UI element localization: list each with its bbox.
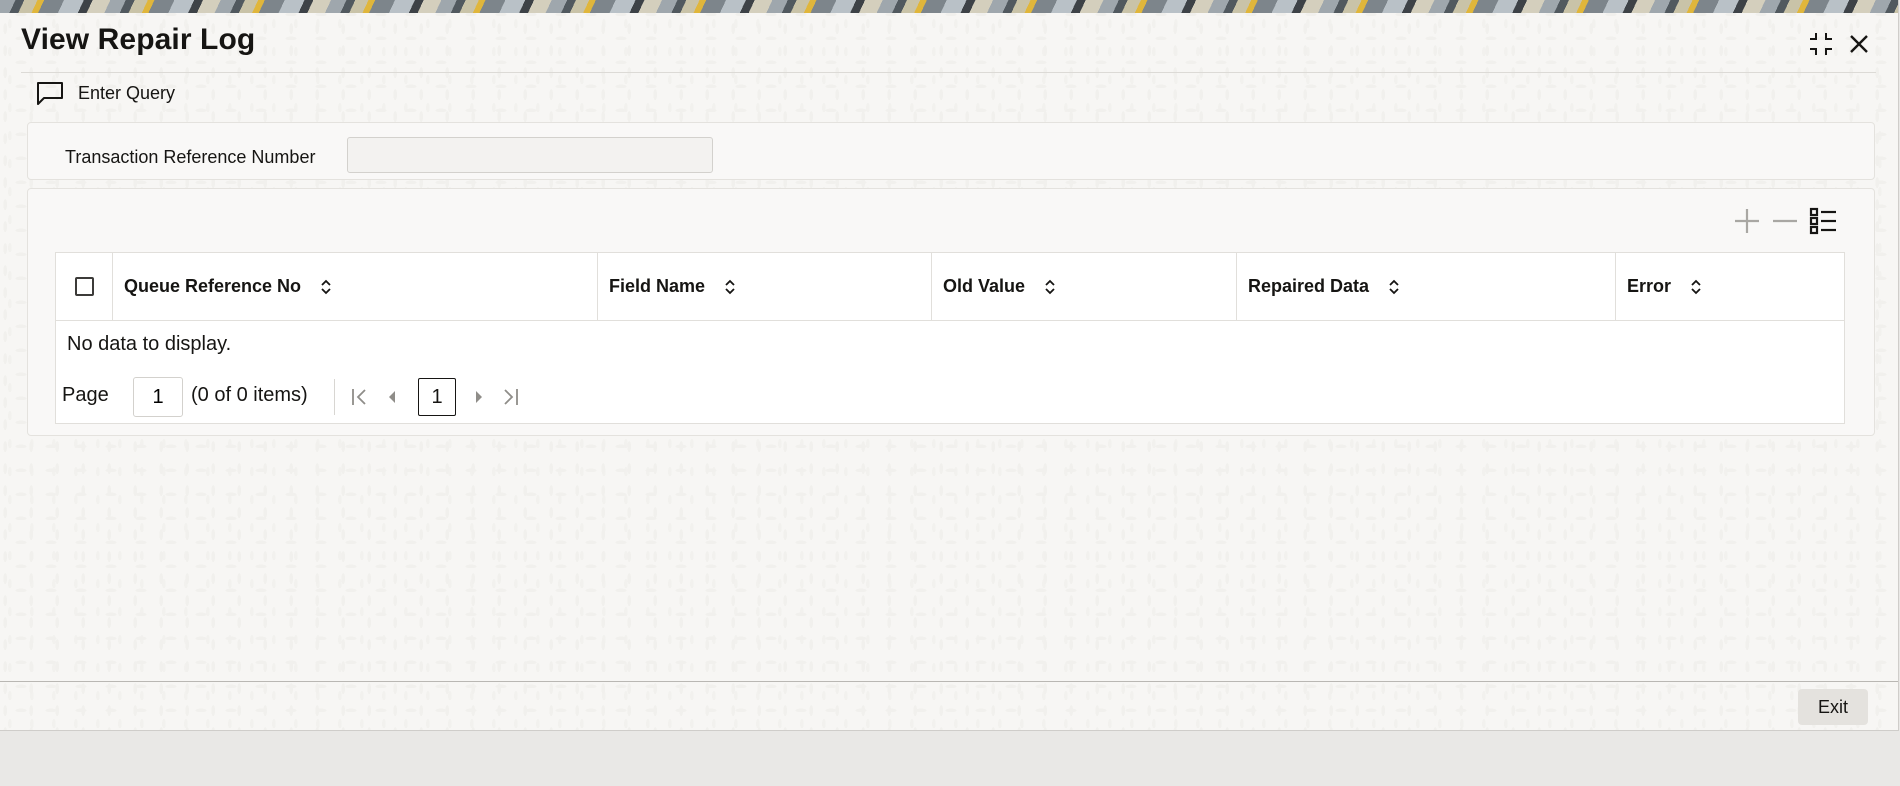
sort-icon [1691, 279, 1701, 294]
page-number-input[interactable] [133, 377, 183, 417]
sort-icon [725, 279, 735, 294]
column-label: Old Value [943, 276, 1026, 296]
page-label: Page [62, 384, 109, 406]
footer-divider [0, 681, 1898, 682]
header-banner [0, 0, 1898, 13]
delete-row-icon[interactable] [1768, 204, 1802, 240]
table-header: Queue Reference No Field Name Old Value … [56, 253, 1844, 321]
previous-page-icon[interactable] [380, 385, 404, 409]
transaction-ref-label: Transaction Reference Number [65, 147, 316, 167]
last-page-icon[interactable] [498, 385, 522, 409]
column-header-repaired-data[interactable]: Repaired Data [1236, 253, 1615, 320]
column-header-field-name[interactable]: Field Name [597, 253, 931, 320]
column-list-icon[interactable] [1806, 204, 1840, 240]
current-page-button[interactable]: 1 [418, 378, 456, 416]
empty-message: No data to display. [67, 333, 232, 355]
enter-query-button[interactable]: Enter Query [36, 80, 175, 106]
pagination: Page (0 of 0 items) 1 [62, 377, 662, 417]
repair-log-table: Queue Reference No Field Name Old Value … [55, 252, 1845, 424]
select-all-checkbox[interactable] [75, 277, 94, 296]
close-icon[interactable] [1844, 29, 1874, 59]
speech-bubble-icon [37, 82, 63, 105]
exit-button[interactable]: Exit [1798, 689, 1868, 725]
item-count: (0 of 0 items) [191, 384, 308, 406]
next-page-icon[interactable] [467, 385, 491, 409]
page-title: View Repair Log [21, 23, 256, 56]
sort-icon [1045, 279, 1055, 294]
view-repair-log-window: View Repair Log Enter Query Transaction … [0, 0, 1899, 731]
column-header-queue-reference-no[interactable]: Queue Reference No [112, 253, 597, 320]
sort-icon [321, 279, 331, 294]
first-page-icon[interactable] [348, 385, 372, 409]
column-label: Field Name [609, 276, 706, 296]
column-label: Error [1627, 276, 1672, 296]
sort-icon [1389, 279, 1399, 294]
column-header-old-value[interactable]: Old Value [931, 253, 1236, 320]
column-header-error[interactable]: Error [1615, 253, 1844, 320]
add-row-icon[interactable] [1730, 204, 1764, 240]
pager-divider [334, 379, 335, 415]
column-label: Queue Reference No [124, 276, 302, 296]
column-label: Repaired Data [1248, 276, 1370, 296]
transaction-ref-input[interactable] [347, 137, 713, 173]
header-divider [21, 72, 1876, 73]
collapse-arrows-icon[interactable] [1806, 29, 1836, 59]
enter-query-label: Enter Query [78, 82, 176, 103]
